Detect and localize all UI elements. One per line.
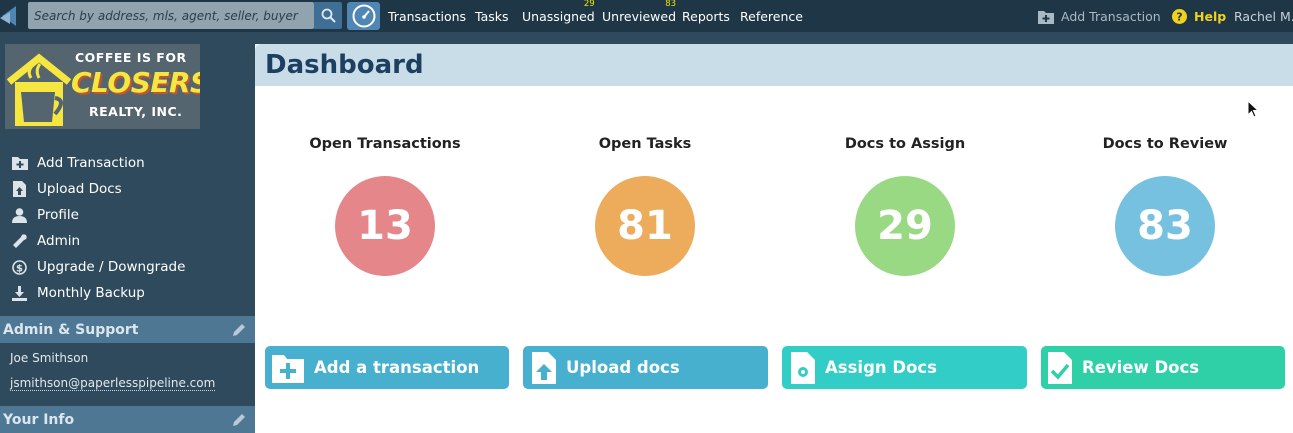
wrench-icon [11,233,28,250]
action-label: Assign Docs [825,358,938,377]
help-icon: ? [1172,8,1187,24]
action-label: Upload docs [566,358,680,377]
stat-label: Open Transactions [309,136,461,152]
folder-plus-icon [11,155,28,172]
sidebar-item-add-transaction[interactable]: Add Transaction [0,150,255,176]
your-info-title: Your Info [3,411,75,428]
upload-docs-button[interactable]: Upload docs [523,346,768,389]
add-transaction-link[interactable]: Add Transaction [1038,0,1161,32]
download-icon [11,285,28,302]
nav-reports[interactable]: Reports [682,0,730,32]
dashboard-button[interactable] [347,2,380,30]
dollar-icon: $ [11,259,28,276]
nav-transactions[interactable]: Transactions [388,0,466,32]
sidebar-item-label: Upgrade / Downgrade [37,259,186,275]
stat-count-circle[interactable]: 13 [335,176,435,276]
sidebar-item-monthly-backup[interactable]: Monthly Backup [0,280,255,306]
top-navigation-bar: Transactions Tasks Unassigned29 Unreview… [0,0,1293,32]
sidebar-item-label: Profile [37,207,79,223]
svg-text:$: $ [16,263,23,274]
action-label: Add a transaction [314,358,480,377]
dashboard-panel: Dashboard Open Transactions 13 Open Task… [255,44,1293,433]
stat-count-circle[interactable]: 81 [595,176,695,276]
sidebar-item-profile[interactable]: Profile [0,202,255,228]
stat-count-circle[interactable]: 29 [855,176,955,276]
admin-support-header: Admin & Support [0,316,255,343]
your-info-header: Your Info [0,406,255,433]
assign-doc-gear-icon [790,351,816,385]
pencil-icon[interactable] [233,413,246,426]
folder-plus-icon [271,351,305,385]
stat-label: Docs to Review [1102,136,1228,152]
review-docs-button[interactable]: Review Docs [1041,346,1285,389]
search-input[interactable] [28,2,314,29]
nav-tasks[interactable]: Tasks [475,0,509,32]
stat-open-transactions[interactable]: Open Transactions 13 [265,136,505,276]
stat-label: Docs to Assign [844,136,966,152]
search-button[interactable] [314,2,342,29]
sidebar-item-upgrade-downgrade[interactable]: $ Upgrade / Downgrade [0,254,255,280]
unreviewed-count-badge: 83 [665,0,677,9]
dashboard-header: Dashboard [255,44,1293,86]
sidebar-item-label: Upload Docs [37,181,122,197]
stat-open-tasks[interactable]: Open Tasks 81 [525,136,765,276]
stat-docs-to-assign[interactable]: Docs to Assign 29 [785,136,1025,276]
pencil-icon[interactable] [233,323,246,336]
app-logo-icon[interactable] [0,4,22,28]
admin-support-title: Admin & Support [3,321,139,338]
sidebar-item-upload-docs[interactable]: Upload Docs [0,176,255,202]
nav-unassigned[interactable]: Unassigned 29 [522,0,595,32]
action-label: Review Docs [1082,358,1200,377]
sidebar-item-label: Add Transaction [37,155,145,171]
upload-doc-icon [531,351,557,385]
brand-line-2: CLOSERS [71,66,200,99]
add-transaction-button[interactable]: Add a transaction [265,346,509,389]
mouse-cursor-icon [1247,100,1259,118]
search-icon [321,8,336,23]
speedometer-icon [352,4,375,28]
svg-text:?: ? [1176,10,1182,23]
sidebar-menu: Add Transaction Upload Docs Profile Admi… [0,150,255,306]
stat-count-circle[interactable]: 83 [1115,176,1215,276]
stat-label: Open Tasks [598,136,692,152]
admin-email-link[interactable]: jsmithson@paperlesspipeline.com [10,376,216,391]
brokerage-logo: COFFEE IS FOR CLOSERS REALTY, INC. [5,44,200,129]
sidebar-item-label: Monthly Backup [37,285,145,301]
admin-name: Joe Smithson [10,351,89,365]
nav-reference[interactable]: Reference [740,0,803,32]
stat-docs-to-review[interactable]: Docs to Review 83 [1045,136,1285,276]
person-icon [11,207,28,224]
brand-line-3: REALTY, INC. [89,104,183,119]
folder-plus-icon [1038,10,1054,24]
brand-line-1: COFFEE IS FOR [75,50,187,65]
sidebar-item-admin[interactable]: Admin [0,228,255,254]
nav-unreviewed[interactable]: Unreviewed 83 [602,0,676,32]
sidebar: COFFEE IS FOR CLOSERS REALTY, INC. Add T… [0,32,255,433]
page-title: Dashboard [265,50,424,80]
unassigned-count-badge: 29 [583,0,595,9]
user-menu[interactable]: Rachel M. [1234,0,1293,32]
upload-doc-icon [11,181,28,198]
help-link[interactable]: ? Help [1172,0,1226,32]
assign-docs-button[interactable]: Assign Docs [782,346,1027,389]
review-doc-check-icon [1047,351,1073,385]
sidebar-item-label: Admin [37,233,81,249]
